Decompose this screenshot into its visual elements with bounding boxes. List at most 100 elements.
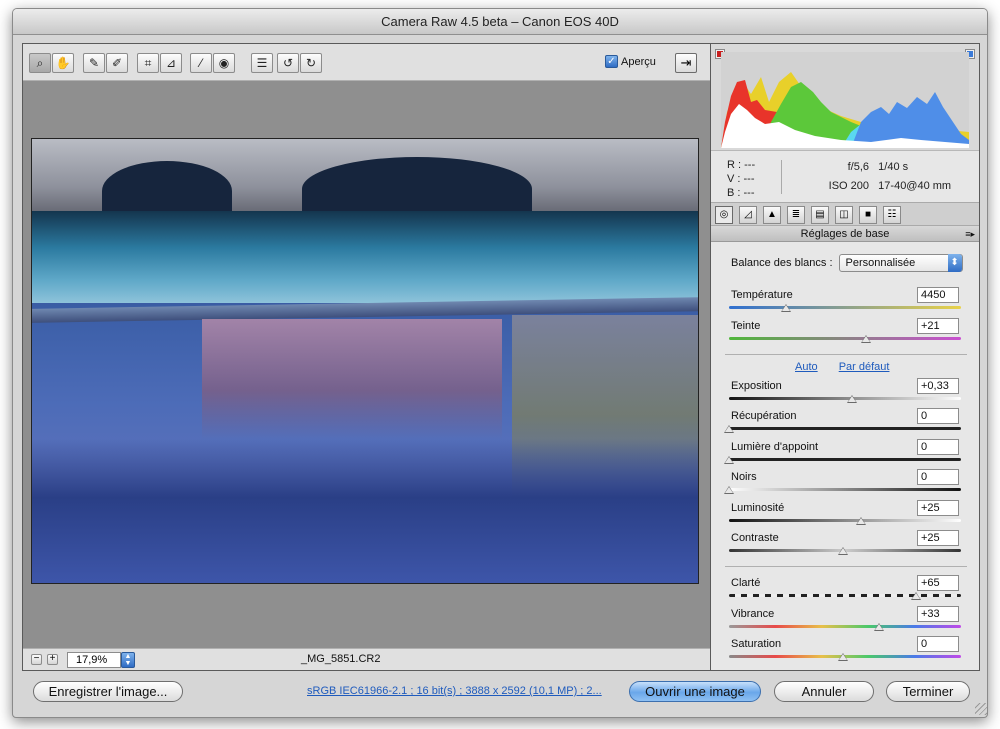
b-value: --- — [743, 187, 755, 199]
blacks-slider-thumb[interactable] — [724, 486, 734, 494]
vibrance-slider-track[interactable] — [729, 625, 961, 628]
clarity-slider-track[interactable] — [729, 594, 961, 597]
image-preview[interactable] — [31, 138, 699, 584]
hand-icon: ✋ — [55, 56, 71, 70]
clarity-value-field[interactable]: +65 — [917, 575, 959, 591]
readout-divider — [781, 160, 782, 194]
tint-value-field[interactable]: +21 — [917, 318, 959, 334]
tint-slider-thumb[interactable] — [860, 335, 871, 343]
panel-menu-icon[interactable]: ≡▸ — [965, 226, 975, 242]
mountain-icon: ▲ — [767, 209, 777, 220]
white-balance-label: Balance des blancs : — [731, 257, 833, 269]
zoom-level-stepper[interactable]: ▲ ▼ — [121, 652, 135, 668]
tab-detail[interactable]: ▲ — [763, 206, 781, 224]
iso-value: ISO 200 — [828, 180, 869, 192]
photo-reflection — [202, 319, 502, 439]
default-link[interactable]: Par défaut — [839, 361, 890, 373]
vibrance-value-field[interactable]: +33 — [917, 606, 959, 622]
fill-light-label: Lumière d'appoint — [731, 441, 819, 453]
hand-tool[interactable]: ✋ — [52, 53, 74, 73]
list-icon: ☰ — [256, 56, 268, 70]
color-sampler-tool[interactable]: ✐ — [106, 53, 128, 73]
zoom-out-button[interactable]: − — [31, 654, 42, 665]
fill-light-slider-thumb[interactable] — [724, 456, 734, 464]
recovery-value-field[interactable]: 0 — [917, 408, 959, 424]
red-eye-tool[interactable]: ◉ — [213, 53, 235, 73]
white-balance-select[interactable]: Personnalisée — [838, 254, 963, 272]
preview-checkbox[interactable]: ✓ — [605, 55, 618, 68]
fill-light-value-field[interactable]: 0 — [917, 439, 959, 455]
recovery-slider-track[interactable] — [729, 427, 961, 430]
blacks-value-field[interactable]: 0 — [917, 469, 959, 485]
camera-icon: ■ — [864, 209, 872, 220]
brightness-slider-track[interactable] — [729, 519, 961, 522]
panel-tabs: ◎ ◿ ▲ ≣ ▤ ◫ ■ ☷ — [711, 202, 979, 226]
lens-value: 17-40@40 mm — [878, 180, 952, 192]
auto-link[interactable]: Auto — [795, 361, 818, 373]
preferences-tool[interactable]: ☰ — [251, 53, 273, 73]
histogram — [711, 44, 979, 151]
brightness-slider-thumb[interactable] — [856, 517, 867, 525]
straighten-tool[interactable]: ⊿ — [160, 53, 182, 73]
aperture-icon: ◎ — [719, 209, 729, 220]
tab-split-toning[interactable]: ▤ — [811, 206, 829, 224]
photo-water — [32, 211, 698, 303]
preview-label: Aperçu — [621, 55, 656, 68]
recovery-slider-thumb[interactable] — [724, 425, 734, 433]
contrast-value-field[interactable]: +25 — [917, 530, 959, 546]
temperature-slider-track[interactable] — [729, 306, 961, 309]
exposure-slider-track[interactable] — [729, 397, 961, 400]
temperature-slider-thumb[interactable] — [781, 304, 791, 312]
filename-label: _MG_5851.CR2 — [301, 653, 381, 665]
workflow-options-link[interactable]: sRGB IEC61966-2.1 ; 16 bit(s) ; 3888 x 2… — [307, 685, 602, 697]
rotate-left-tool[interactable]: ↺ — [277, 53, 299, 73]
histogram-graph — [721, 52, 969, 148]
cancel-button[interactable]: Annuler — [774, 681, 874, 702]
r-label: R : — [727, 159, 742, 171]
panel-title-text: Réglages de base — [800, 228, 890, 240]
separator — [725, 354, 967, 355]
tab-lens[interactable]: ◫ — [835, 206, 853, 224]
b-label: B : — [727, 187, 741, 199]
tab-tone-curve[interactable]: ◿ — [739, 206, 757, 224]
save-image-button[interactable]: Enregistrer l'image... — [33, 681, 183, 702]
eyedropper-icon: ✎ — [88, 56, 100, 70]
blacks-slider-track[interactable] — [729, 488, 961, 491]
tab-camera-calibration[interactable]: ■ — [859, 206, 877, 224]
lens-icon: ◫ — [839, 209, 849, 220]
preview-toggle[interactable]: ✓ Aperçu — [605, 55, 656, 68]
tab-hsl[interactable]: ≣ — [787, 206, 805, 224]
exposure-value-field[interactable]: +0,33 — [917, 378, 959, 394]
vibrance-label: Vibrance — [731, 608, 775, 620]
saturation-value-field[interactable]: 0 — [917, 636, 959, 652]
crop-tool[interactable]: ⌗ — [137, 53, 159, 73]
white-balance-tool[interactable]: ✎ — [83, 53, 105, 73]
clarity-slider-thumb[interactable] — [910, 592, 921, 600]
contrast-label: Contraste — [731, 532, 779, 544]
exposure-slider-thumb[interactable] — [847, 395, 858, 403]
crop-icon: ⌗ — [144, 56, 152, 70]
done-button[interactable]: Terminer — [886, 681, 970, 702]
resize-grip-icon[interactable] — [975, 703, 987, 715]
retouch-tool[interactable]: ⁄ — [190, 53, 212, 73]
separator — [725, 566, 967, 567]
v-value: --- — [743, 173, 755, 185]
tint-slider-track[interactable] — [729, 337, 961, 340]
tab-presets[interactable]: ☷ — [883, 206, 901, 224]
tab-basic[interactable]: ◎ — [715, 206, 733, 224]
contrast-slider-thumb[interactable] — [838, 547, 848, 555]
window-title: Camera Raw 4.5 beta – Canon EOS 40D — [13, 9, 987, 35]
fill-light-slider-track[interactable] — [729, 458, 961, 461]
brightness-value-field[interactable]: +25 — [917, 500, 959, 516]
photo-dark-water — [32, 439, 698, 583]
open-image-button[interactable]: Ouvrir une image — [629, 681, 761, 702]
temperature-value-field[interactable]: 4450 — [917, 287, 959, 303]
zoom-in-button[interactable]: + — [47, 654, 58, 665]
zoom-tool[interactable]: ⌕ — [29, 53, 51, 73]
zoom-level-field[interactable]: 17,9% — [67, 652, 121, 668]
vibrance-slider-thumb[interactable] — [874, 623, 885, 631]
saturation-slider-thumb[interactable] — [838, 653, 848, 661]
rotate-right-tool[interactable]: ↻ — [300, 53, 322, 73]
blacks-label: Noirs — [731, 471, 757, 483]
fullscreen-button[interactable]: ⇥ — [675, 53, 697, 73]
